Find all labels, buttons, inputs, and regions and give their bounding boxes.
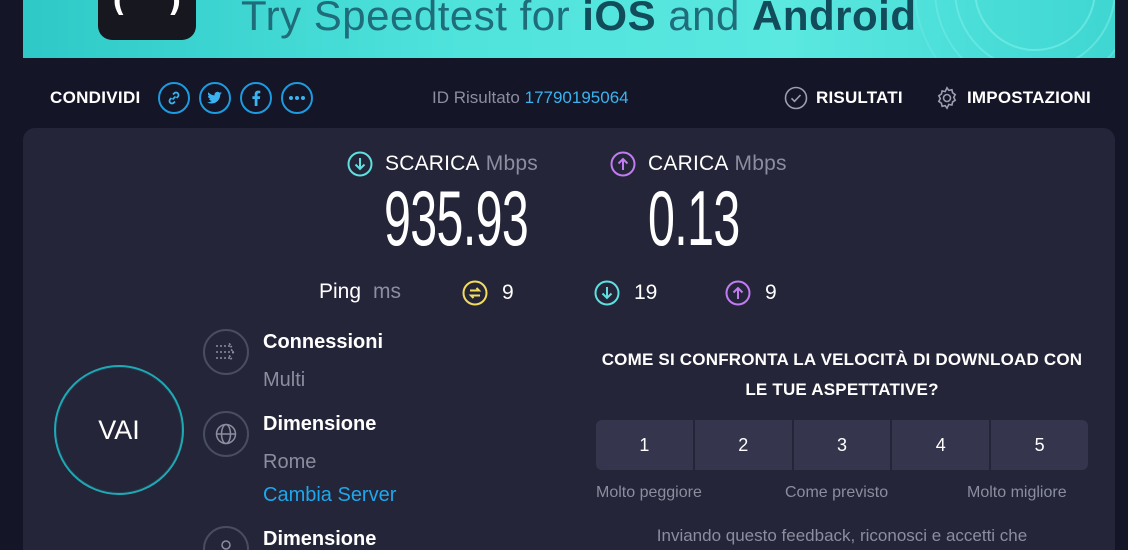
results-button[interactable]: RISULTATI [784, 86, 903, 110]
ping-idle: 9 [462, 280, 514, 306]
banner-text-prefix: Try Speedtest for [241, 0, 583, 39]
change-server-link[interactable]: Cambia Server [263, 484, 396, 507]
connections-icon [203, 329, 249, 375]
scale-low-label: Molto peggiore [596, 484, 702, 501]
ping-label-group: Ping ms [319, 280, 401, 304]
app-logo-icon: ( ) [98, 0, 196, 40]
results-label: RISULTATI [816, 88, 903, 107]
upload-label: CARICA [648, 152, 729, 175]
connections-title: Connessioni [263, 331, 384, 353]
download-latency-icon [594, 280, 620, 306]
more-icon[interactable] [280, 82, 313, 114]
server-value: Rome [263, 451, 317, 473]
scale-high-label: Molto migliore [967, 484, 1067, 501]
banner-ios: iOS [582, 0, 657, 39]
go-button[interactable]: VAI [54, 365, 184, 495]
result-id-link[interactable]: 17790195064 [525, 88, 629, 107]
settings-button[interactable]: IMPOSTAZIONI [935, 86, 1091, 110]
ping-label: Ping [319, 280, 362, 303]
globe-icon [203, 411, 249, 457]
ping-upload-value: 9 [765, 281, 777, 304]
go-button-label: VAI [98, 414, 140, 445]
ping-idle-value: 9 [502, 281, 514, 304]
rating-option-4[interactable]: 4 [892, 420, 992, 470]
settings-label: IMPOSTAZIONI [967, 88, 1091, 107]
idle-latency-icon [462, 280, 488, 306]
banner-text-and: and [656, 0, 753, 39]
upload-latency-icon [725, 280, 751, 306]
feedback-note: Inviando questo feedback, riconosci e ac… [656, 526, 1028, 545]
rating-option-1[interactable]: 1 [596, 420, 695, 470]
ping-upload: 9 [725, 280, 777, 306]
results-panel [23, 128, 1115, 550]
scale-mid-label: Come previsto [785, 484, 889, 501]
link-icon[interactable] [157, 82, 190, 114]
ping-unit: ms [373, 280, 402, 303]
result-id-label: ID Risultato [432, 88, 520, 107]
result-id: ID Risultato 17790195064 [432, 88, 629, 108]
download-unit: Mbps [485, 152, 538, 175]
survey-question: COME SI CONFRONTA LA VELOCITÀ DI DOWNLOA… [601, 350, 1083, 399]
check-circle-icon [784, 86, 808, 110]
banner-text: Try Speedtest for iOS and Android [241, 0, 917, 40]
ping-download-value: 19 [634, 281, 658, 304]
share-label: CONDIVIDI [50, 88, 141, 107]
ping-download: 19 [594, 280, 657, 306]
server-title: Dimensione [263, 413, 377, 435]
promo-banner[interactable]: ( ) Try Speedtest for iOS and Android [23, 0, 1115, 58]
download-label: SCARICA [385, 152, 480, 175]
share-bar: CONDIVIDI [50, 82, 313, 114]
download-value: 935.93 [384, 174, 529, 262]
facebook-icon[interactable] [239, 82, 272, 114]
rating-scale: 1 2 3 4 5 [596, 420, 1088, 470]
upload-unit: Mbps [734, 152, 787, 175]
rating-option-3[interactable]: 3 [793, 420, 893, 470]
connections-value: Multi [263, 369, 306, 391]
upload-arrow-icon [610, 151, 636, 177]
gear-icon [937, 86, 957, 110]
upload-value: 0.13 [648, 174, 740, 262]
rating-option-2[interactable]: 2 [694, 420, 794, 470]
banner-android: Android [752, 0, 917, 39]
download-arrow-icon [347, 151, 373, 177]
provider-title: Dimensione [263, 528, 377, 550]
rating-option-5[interactable]: 5 [991, 420, 1088, 470]
twitter-icon[interactable] [198, 82, 231, 114]
